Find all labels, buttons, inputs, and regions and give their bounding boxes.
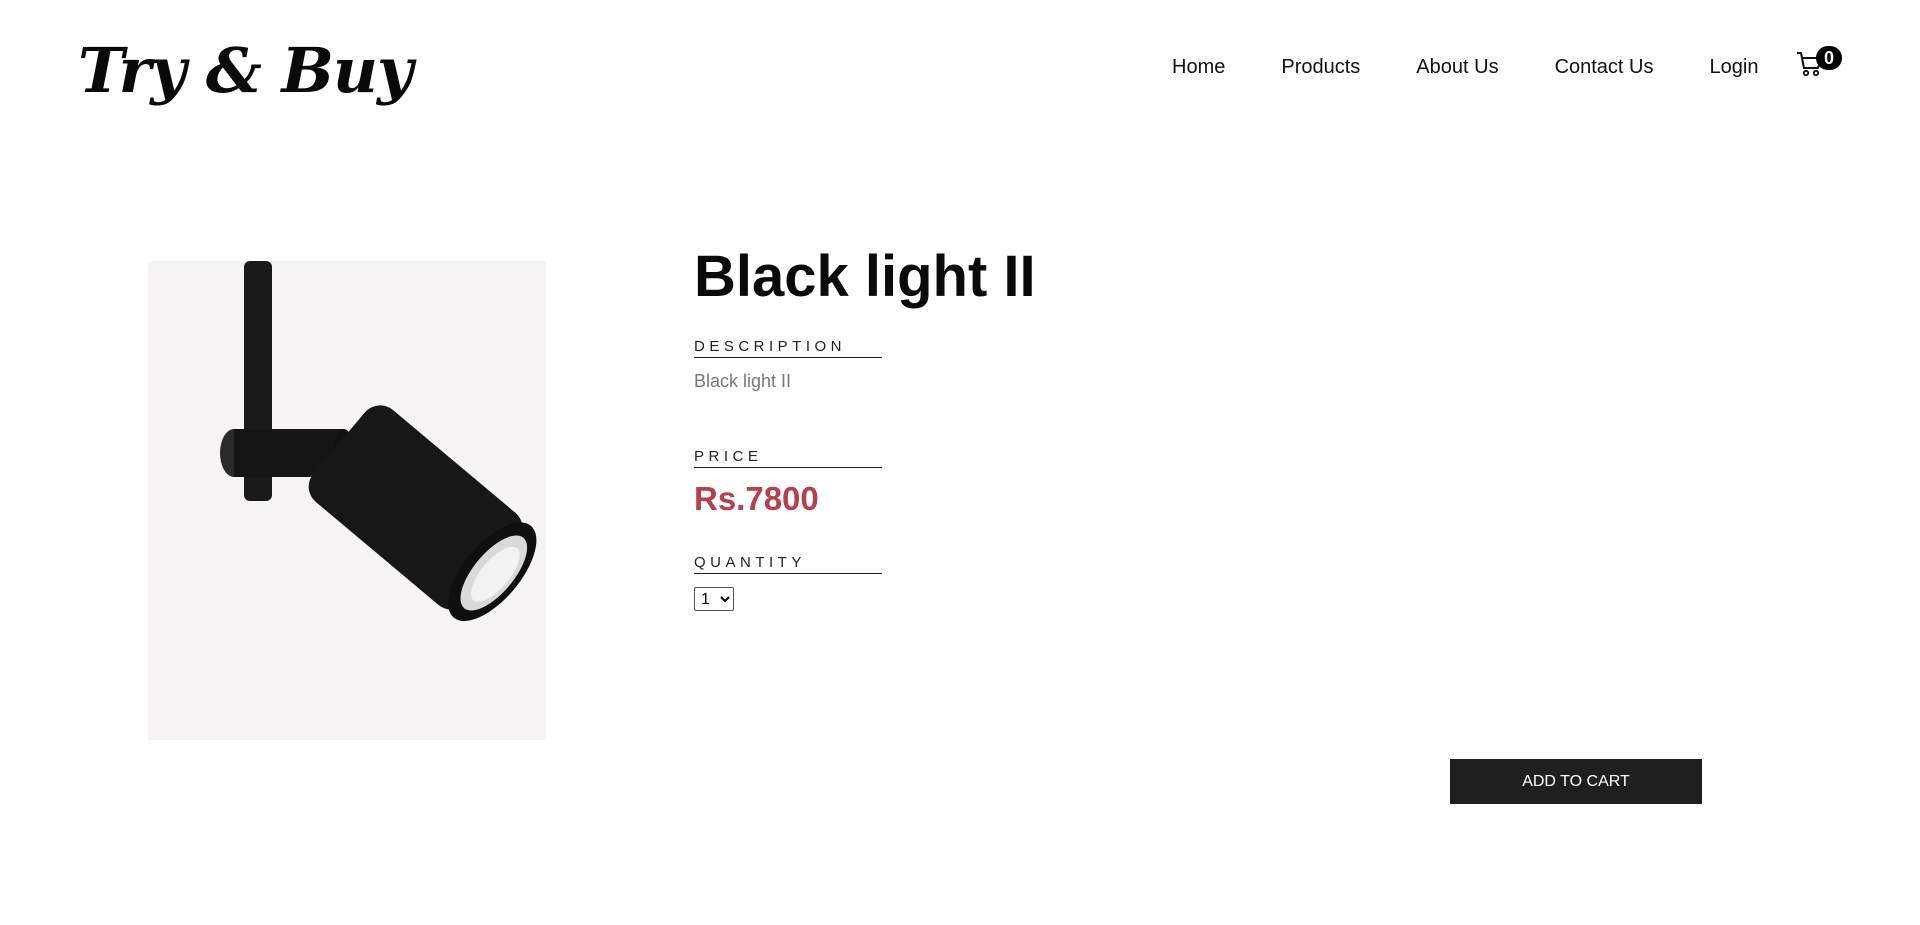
price-label: PRICE — [694, 448, 882, 468]
product-image — [148, 261, 546, 740]
logo-text: Try & Buy — [78, 34, 413, 107]
main-nav: Home Products About Us Contact Us Login — [1172, 56, 1814, 79]
quantity-select[interactable]: 1 — [694, 587, 734, 611]
cart-button[interactable]: 0 — [1796, 46, 1842, 80]
product-title: Black light II — [694, 244, 1036, 309]
product-page: Try & Buy Home Products About Us Contact… — [0, 0, 1920, 925]
cart-count-badge: 0 — [1816, 46, 1842, 70]
brand-logo[interactable]: Try & Buy — [78, 26, 413, 116]
description-label: DESCRIPTION — [694, 338, 882, 358]
nav-about-us[interactable]: About Us — [1416, 56, 1498, 79]
product-description: Black light II — [694, 371, 792, 391]
nav-home[interactable]: Home — [1172, 56, 1225, 79]
quantity-label: QUANTITY — [694, 554, 882, 574]
nav-contact-us[interactable]: Contact Us — [1555, 56, 1654, 79]
spotlight-lamp-image — [220, 261, 537, 622]
product-details: Black light II DESCRIPTION Black light I… — [694, 240, 1394, 611]
nav-products[interactable]: Products — [1281, 56, 1360, 79]
add-to-cart-button[interactable]: ADD TO CART — [1450, 759, 1702, 804]
nav-login[interactable]: Login — [1710, 56, 1759, 79]
product-price: Rs.7800 — [694, 480, 819, 517]
